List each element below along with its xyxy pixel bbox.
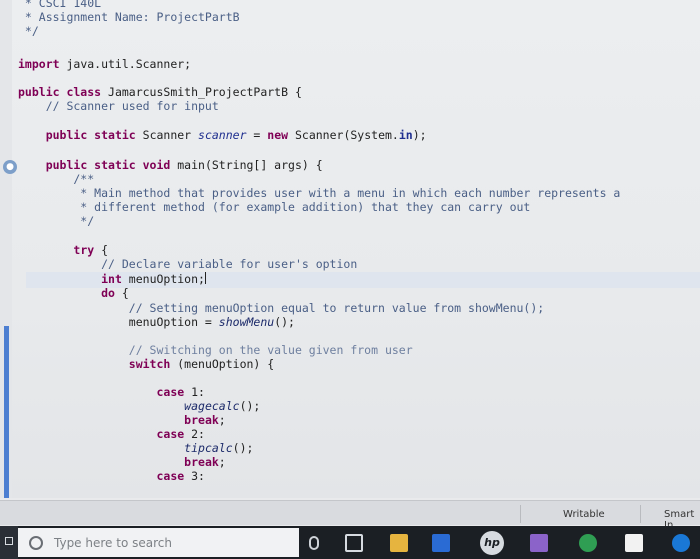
code-line: int menuOption; [101, 272, 206, 286]
code-line: // Declare variable for user's option [18, 257, 358, 271]
store-icon[interactable] [432, 534, 450, 552]
windows-icon [5, 537, 13, 545]
code-line: // Scanner used for input [18, 99, 219, 113]
code-line: menuOption = showMenu(); [18, 315, 295, 329]
breakpoint-icon[interactable]: ● [3, 160, 17, 174]
code-line: /** [18, 172, 95, 186]
photos-icon[interactable] [530, 534, 548, 552]
code-line: do { [101, 286, 129, 300]
code-editor[interactable]: ● * CSCI 140L * Assignment Name: Project… [0, 0, 700, 498]
search-placeholder: Type here to search [54, 536, 172, 550]
chrome-icon[interactable] [579, 534, 597, 552]
mail-icon[interactable] [625, 534, 643, 552]
code-line: */ [18, 24, 39, 38]
editor-gutter: ● [0, 0, 17, 498]
code-line: case 1: [156, 385, 205, 399]
code-line: break; [184, 455, 226, 469]
code-line: * CSCI 140L [18, 0, 102, 10]
code-line: case 2: [156, 427, 205, 441]
code-line: public class JamarcusSmith_ProjectPartB … [18, 85, 302, 99]
text-cursor [204, 272, 206, 284]
code-line: import java.util.Scanner; [18, 57, 192, 71]
code-line: * Assignment Name: ProjectPartB [18, 10, 240, 24]
start-button[interactable] [0, 526, 18, 559]
search-icon [29, 536, 43, 550]
microphone-icon[interactable] [309, 536, 319, 550]
code-line: public static void main(String[] args) { [45, 158, 323, 172]
code-line: * Main method that provides user with a … [18, 186, 621, 200]
status-bar: Writable Smart In [0, 500, 700, 531]
taskbar-search-box[interactable]: Type here to search [18, 528, 299, 557]
taskbar: Type here to search hp [0, 526, 700, 559]
code-line: wagecalc(); [184, 399, 261, 413]
code-line: break; [184, 413, 226, 427]
file-explorer-icon[interactable] [390, 534, 408, 552]
code-line: public static Scanner scanner = new Scan… [45, 128, 427, 142]
code-line: */ [18, 214, 95, 228]
code-line: switch (menuOption) { [128, 357, 275, 371]
code-line: tipcalc(); [184, 441, 254, 455]
hp-icon[interactable]: hp [480, 531, 504, 555]
code-line: // Setting menuOption equal to return va… [18, 301, 545, 315]
writable-status: Writable [563, 509, 605, 520]
code-line: case 3: [156, 469, 205, 483]
task-view-icon[interactable] [345, 534, 363, 552]
code-line: try { [73, 243, 109, 257]
edge-icon[interactable] [672, 534, 690, 552]
change-marker [4, 326, 9, 498]
code-line: // Switching on the value given from use… [18, 343, 413, 357]
code-line: * different method (for example addition… [18, 200, 531, 214]
